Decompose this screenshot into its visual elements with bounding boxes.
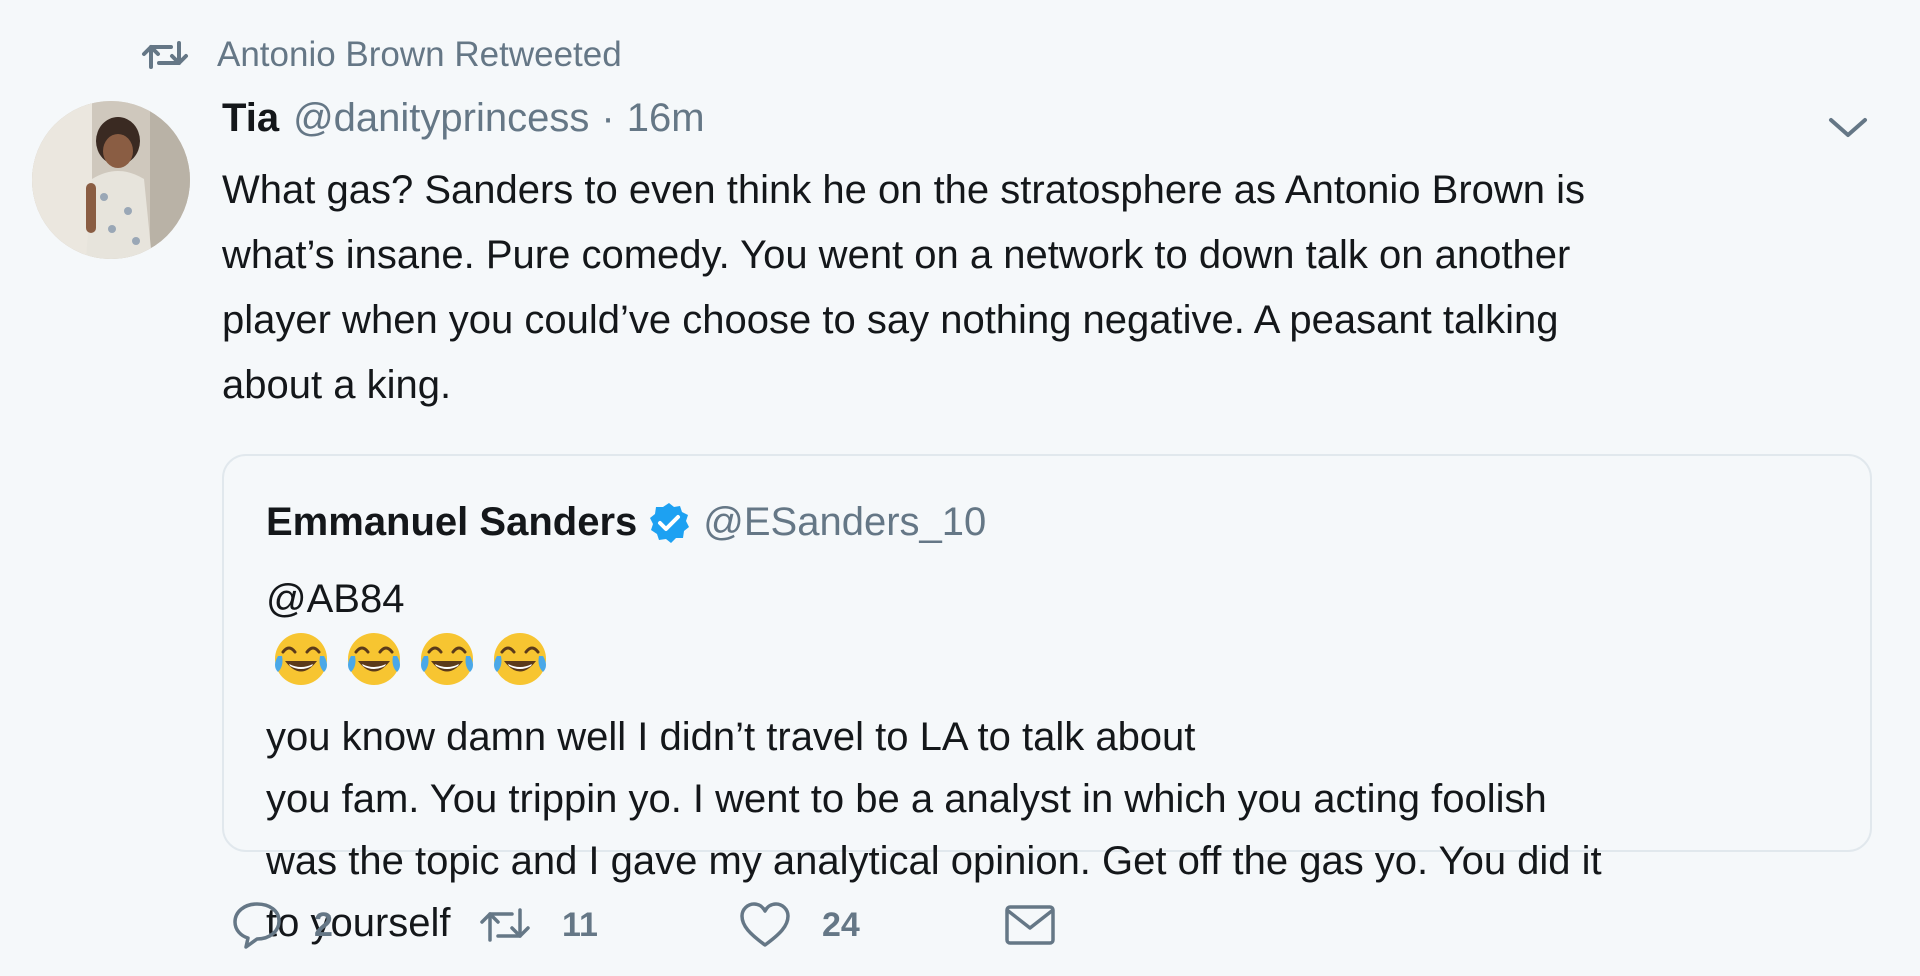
quoted-tweet-header: Emmanuel Sanders @ESanders_10 [266,500,986,545]
retweet-context-label: Antonio Brown Retweeted [217,35,622,74]
quoted-tweet-text: @AB84 you know damn well I didn’t travel… [266,568,1602,954]
face-with-tears-of-joy-emoji [421,633,474,685]
quoted-tweet[interactable]: Emmanuel Sanders @ESanders_10 @AB84 you … [222,454,1872,945]
reply-count: 2 [314,905,333,944]
tweet-card[interactable]: Antonio Brown Retweeted Tia @danityprinc… [0,0,1920,976]
retweet-button[interactable]: 11 [478,898,738,952]
tweet-text-line: player when you could’ve choose to say n… [222,298,1559,342]
face-with-tears-of-joy-emoji [348,633,401,685]
quoted-text-line: you fam. You trippin yo. I went to be a … [266,777,1547,821]
mention-link[interactable]: @AB84 [266,577,404,621]
direct-message-button[interactable] [1003,898,1057,952]
heart-icon [740,902,790,947]
avatar[interactable] [32,101,190,259]
tweet-actions: 2 11 24 [230,898,1057,952]
verified-badge-icon [650,502,690,543]
quoted-author-name: Emmanuel Sanders [266,500,638,544]
face-with-tears-of-joy-emoji [275,633,327,685]
author-handle[interactable]: @danityprincess [293,96,589,141]
envelope-icon [1005,905,1055,945]
tweet-header: Tia @danityprincess · 16m [222,96,705,146]
quoted-text-line-rest: you know damn well I didn’t travel to LA… [266,715,1196,759]
reply-button[interactable]: 2 [230,898,478,952]
emoji-group [272,630,1596,706]
timestamp[interactable]: 16m [627,96,705,141]
quoted-text-line: @AB84 you know damn well I didn’t travel… [266,568,1602,768]
reply-icon [233,902,281,949]
tweet-text-line: about a king. [222,363,452,407]
tweet-text: What gas? Sanders to even think he on th… [222,158,1822,418]
retweet-context: Antonio Brown Retweeted [141,34,622,76]
like-button[interactable]: 24 [738,898,1003,952]
retweet-count: 11 [562,905,598,944]
retweet-icon [142,41,188,69]
tweet-text-line: What gas? Sanders to even think he on th… [222,168,1586,212]
quoted-author-handle: @ESanders_10 [703,500,987,544]
quoted-text-line: was the topic and I gave my analytical o… [266,839,1602,883]
author-name[interactable]: Tia [222,96,279,141]
chevron-down-icon[interactable] [1826,112,1870,142]
profile-photo [32,101,190,259]
like-count: 24 [822,905,860,944]
retweet-icon [480,908,530,942]
separator-dot: · [601,96,615,140]
tweet-text-line: what’s insane. Pure comedy. You went on … [222,233,1571,277]
face-with-tears-of-joy-emoji [494,633,547,685]
